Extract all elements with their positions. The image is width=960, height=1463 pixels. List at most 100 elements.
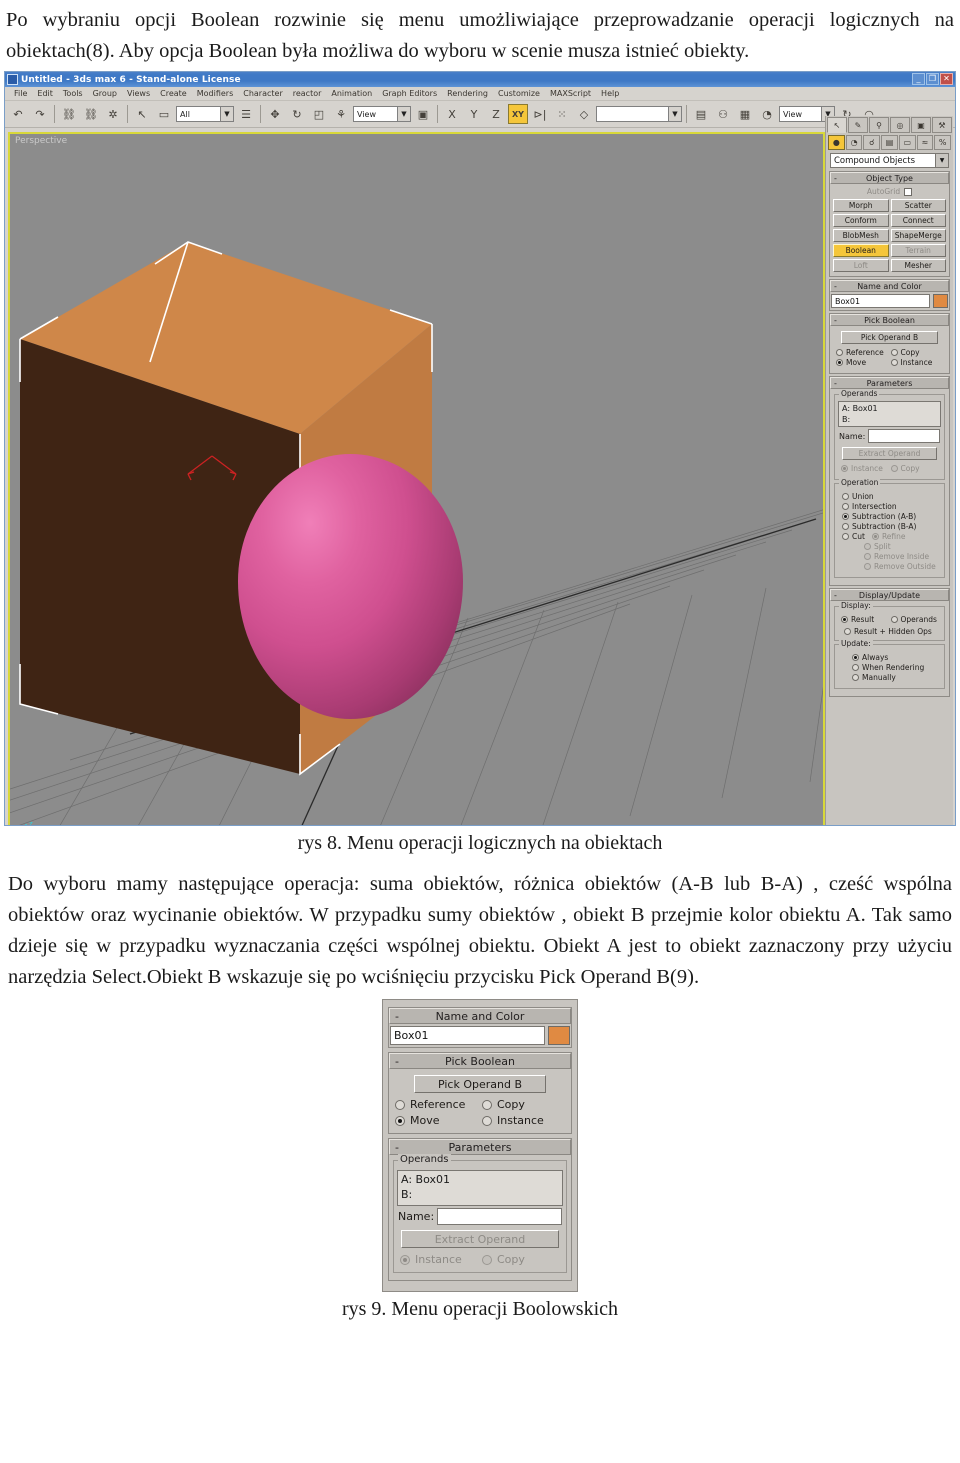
- fig9-copy-row[interactable]: Copy: [482, 1098, 565, 1111]
- render-scene-icon[interactable]: ▦: [735, 104, 755, 124]
- operands-list[interactable]: A: Box01 B:: [838, 401, 941, 427]
- union-row[interactable]: Union: [842, 492, 937, 501]
- viewport-label[interactable]: Perspective: [15, 136, 67, 146]
- subtraction-ba-row[interactable]: Subtraction (B-A): [842, 522, 937, 531]
- fig9-pick-boolean-header[interactable]: - Pick Boolean: [389, 1053, 571, 1069]
- quick-render-icon[interactable]: ◔: [757, 104, 777, 124]
- create-tab-icon[interactable]: ↖: [827, 117, 847, 133]
- update-always-row[interactable]: Always: [852, 653, 937, 662]
- intersection-radio[interactable]: [842, 503, 849, 510]
- fig9-reference-radio[interactable]: [395, 1099, 405, 1110]
- select-and-scale-icon[interactable]: ◰: [309, 104, 329, 124]
- shapes-category-icon[interactable]: ◔: [845, 135, 863, 150]
- name-and-color-header[interactable]: - Name and Color: [830, 280, 949, 292]
- collapse-icon[interactable]: -: [834, 282, 837, 291]
- menu-character[interactable]: Character: [238, 89, 288, 98]
- menu-tools[interactable]: Tools: [58, 89, 88, 98]
- move-radio[interactable]: [836, 359, 843, 366]
- cut-row[interactable]: Cut Refine: [842, 532, 937, 541]
- minimize-button[interactable]: _: [912, 73, 925, 85]
- copy-radio[interactable]: [890, 349, 898, 356]
- display-update-header[interactable]: - Display/Update: [830, 589, 949, 601]
- menu-create[interactable]: Create: [155, 89, 192, 98]
- reference-radio-row[interactable]: Reference: [836, 348, 889, 357]
- sphere-object[interactable]: [238, 454, 463, 719]
- fig9-parameters-header[interactable]: - Parameters: [389, 1139, 571, 1155]
- menu-file[interactable]: File: [9, 89, 32, 98]
- fig9-object-name-field[interactable]: Box01: [390, 1026, 545, 1045]
- fig9-copy-radio[interactable]: [482, 1099, 492, 1110]
- select-and-link-icon[interactable]: ⛓: [59, 104, 79, 124]
- blobmesh-button[interactable]: BlobMesh: [833, 229, 889, 242]
- select-region-icon[interactable]: ▭: [154, 104, 174, 124]
- helpers-category-icon[interactable]: ▭: [898, 135, 916, 150]
- restrict-to-xy-plane-icon[interactable]: XY: [508, 104, 528, 124]
- update-manually-radio[interactable]: [852, 674, 859, 681]
- cut-radio[interactable]: [842, 533, 849, 540]
- collapse-icon[interactable]: -: [395, 1010, 399, 1023]
- fig9-instance-row[interactable]: Instance: [482, 1114, 565, 1127]
- object-type-header[interactable]: - Object Type: [830, 172, 949, 184]
- systems-category-icon[interactable]: %: [934, 135, 952, 150]
- fig9-reference-row[interactable]: Reference: [395, 1098, 478, 1111]
- pick-operand-b-button[interactable]: Pick Operand B: [841, 331, 938, 344]
- menu-graph-editors[interactable]: Graph Editors: [377, 89, 442, 98]
- cameras-category-icon[interactable]: ▤: [881, 135, 898, 150]
- scatter-button[interactable]: Scatter: [890, 199, 946, 212]
- parameters-header[interactable]: - Parameters: [830, 377, 949, 389]
- object-color-swatch[interactable]: [933, 294, 948, 308]
- update-when-rendering-row[interactable]: When Rendering: [852, 663, 937, 672]
- space-warps-category-icon[interactable]: ≈: [916, 135, 934, 150]
- fig9-move-row[interactable]: Move: [395, 1114, 478, 1127]
- menu-rendering[interactable]: Rendering: [442, 89, 493, 98]
- morph-button[interactable]: Morph: [833, 199, 889, 212]
- menu-maxscript[interactable]: MAXScript: [545, 89, 596, 98]
- subcategory-combo[interactable]: Compound Objects ▼: [830, 153, 949, 168]
- align-icon[interactable]: ⁙: [552, 104, 572, 124]
- collapse-icon[interactable]: -: [395, 1141, 399, 1154]
- collapse-icon[interactable]: -: [834, 316, 837, 325]
- display-result-hidden-row[interactable]: Result + Hidden Ops: [838, 627, 941, 636]
- display-operands-radio[interactable]: [890, 616, 898, 623]
- subtraction-ba-radio[interactable]: [842, 523, 849, 530]
- update-when-rendering-radio[interactable]: [852, 664, 859, 671]
- collapse-icon[interactable]: -: [395, 1055, 399, 1068]
- collapse-icon[interactable]: -: [834, 591, 837, 600]
- fig9-pick-operand-b-button[interactable]: Pick Operand B: [414, 1075, 546, 1093]
- intersection-row[interactable]: Intersection: [842, 502, 937, 511]
- fig9-operands-list[interactable]: A: Box01 B:: [397, 1170, 563, 1206]
- instance-radio[interactable]: [890, 359, 898, 366]
- select-and-manipulate-icon[interactable]: ⚘: [331, 104, 351, 124]
- shapemerge-button[interactable]: ShapeMerge: [890, 229, 946, 242]
- restrict-to-y-icon[interactable]: Y: [464, 104, 484, 124]
- select-and-rotate-icon[interactable]: ↻: [287, 104, 307, 124]
- reference-coordinate-system-combo[interactable]: View ▼: [353, 106, 411, 122]
- motion-tab-icon[interactable]: ◎: [890, 117, 910, 133]
- pick-boolean-header[interactable]: - Pick Boolean: [830, 314, 949, 326]
- fig9-move-radio[interactable]: [395, 1115, 405, 1126]
- display-result-radio[interactable]: [841, 616, 848, 623]
- menu-group[interactable]: Group: [88, 89, 122, 98]
- utilities-tab-icon[interactable]: ⚒: [932, 117, 952, 133]
- restrict-to-z-icon[interactable]: Z: [486, 104, 506, 124]
- menu-help[interactable]: Help: [596, 89, 624, 98]
- unlink-selection-icon[interactable]: ⛓: [81, 104, 101, 124]
- undo-icon[interactable]: ↶: [8, 104, 28, 124]
- menu-modifiers[interactable]: Modifiers: [192, 89, 239, 98]
- fig9-name-and-color-header[interactable]: - Name and Color: [389, 1008, 571, 1024]
- modify-tab-icon[interactable]: ✎: [848, 117, 868, 133]
- select-by-name-icon[interactable]: ☰: [236, 104, 256, 124]
- layer-manager-icon[interactable]: ◇: [574, 104, 594, 124]
- connect-button[interactable]: Connect: [890, 214, 946, 227]
- transform-gizmo-icon[interactable]: [180, 444, 240, 504]
- select-object-icon[interactable]: ↖: [132, 104, 152, 124]
- bind-to-space-warp-icon[interactable]: ✲: [103, 104, 123, 124]
- menu-views[interactable]: Views: [122, 89, 155, 98]
- union-radio[interactable]: [842, 493, 849, 500]
- subtraction-ab-row[interactable]: Subtraction (A-B): [842, 512, 937, 521]
- use-pivot-point-center-icon[interactable]: ▣: [413, 104, 433, 124]
- subtraction-ab-radio[interactable]: [842, 513, 849, 520]
- restrict-to-x-icon[interactable]: X: [442, 104, 462, 124]
- update-always-radio[interactable]: [852, 654, 859, 661]
- operand-a-item[interactable]: A: Box01: [842, 403, 937, 414]
